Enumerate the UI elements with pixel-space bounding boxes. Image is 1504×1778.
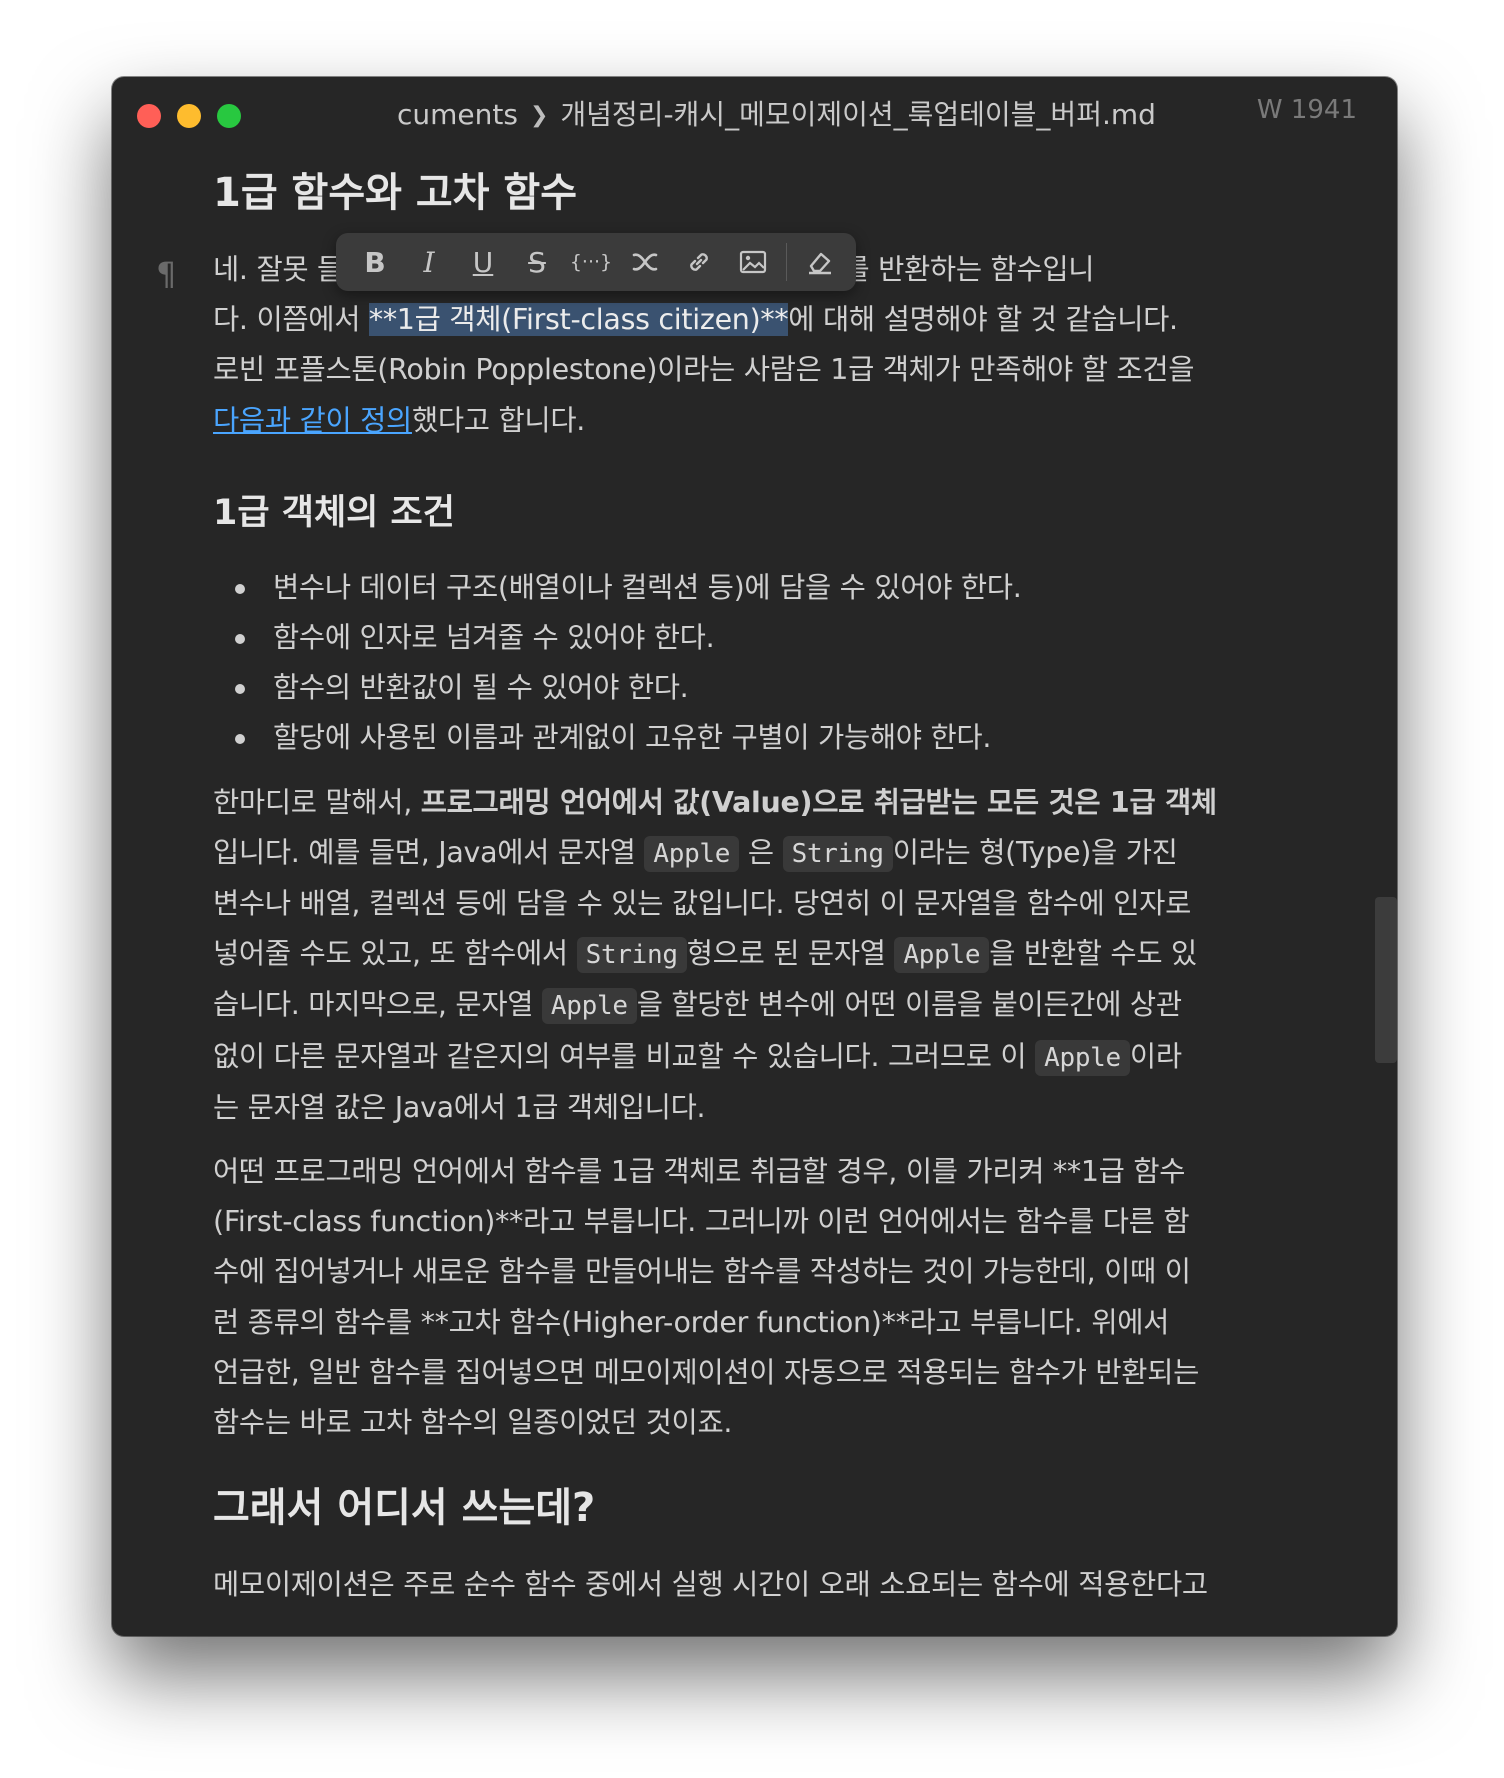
selected-text[interactable]: **1급 객체(First-class citizen)** (368, 303, 789, 337)
breadcrumb: cuments ❯ 개념정리-캐시_메모이제이션_룩업테이블_버퍼.md (397, 93, 1156, 133)
eraser-icon (809, 252, 831, 275)
inline-code: Apple (644, 835, 740, 872)
close-window-button[interactable] (137, 104, 161, 128)
text-run: 을 할당한 변수에 어떤 이름을 붙이든간에 상관 (636, 988, 1182, 1022)
formula-button[interactable] (618, 238, 672, 286)
heading-conditions: 1급 객체의 조건 (213, 492, 455, 533)
italic-button[interactable]: I (402, 238, 456, 286)
text-run: 이라 (1129, 1039, 1182, 1073)
code-icon: {···} (569, 251, 613, 273)
text-run: 한마디로 말해서, (213, 785, 421, 819)
text-run: 은 (739, 835, 783, 869)
bold-icon: B (364, 245, 386, 279)
breadcrumb-file[interactable]: 개념정리-캐시_메모이제이션_룩업테이블_버퍼.md (560, 98, 1156, 131)
list-item-text: 함수에 인자로 넘겨줄 수 있어야 한다. (273, 621, 715, 655)
definition-link[interactable]: 다음과 같이 정의 (213, 404, 412, 437)
bullet (235, 684, 245, 695)
format-toolbar: B I U S {···} (336, 233, 856, 291)
scrollbar-thumb[interactable] (1375, 897, 1397, 1063)
paragraph-memoization-usage: 메모이제이션은 주로 순수 함수 중에서 실행 시간이 오래 소요되는 함수에 … (213, 1568, 1208, 1602)
text-run: 했다고 합니다. (411, 403, 586, 437)
list-item: 할당에 사용된 이름과 관계없이 고유한 구별이 가능해야 한다. (213, 713, 1273, 763)
bold-button[interactable]: B (348, 238, 402, 286)
paragraph-higher-order: 어떤 프로그래밍 언어에서 함수를 1급 객체로 취급할 경우, 이를 가리켜 … (213, 1147, 1273, 1448)
text-line: 언급한, 일반 함수를 집어넣으면 메모이제이션이 자동으로 적용되는 함수가 … (213, 1355, 1200, 1389)
text-run: 습니다. 마지막으로, 문자열 (213, 988, 542, 1022)
minimize-window-button[interactable] (177, 104, 201, 128)
zoom-window-button[interactable] (217, 104, 241, 128)
text-line: (First-class function)**라고 부릅니다. 그러니까 이런… (213, 1205, 1190, 1239)
bold-text: 프로그래밍 언어에서 값(Value)으로 취급받는 모든 것은 1급 객체 (420, 785, 1217, 819)
list-item: 변수나 데이터 구조(배열이나 컬렉션 등)에 담을 수 있어야 한다. (213, 563, 1273, 613)
link-button[interactable] (672, 238, 726, 286)
text-line: 수에 집어넣거나 새로운 함수를 만들어내는 함수를 작성하는 것이 가능한데,… (213, 1255, 1191, 1289)
text-run: 로빈 포플스톤(Robin Popplestone)이라는 사람은 1급 객체가… (213, 353, 1195, 387)
text-run: 입니다. 예를 들면, Java에서 문자열 (213, 835, 645, 869)
conditions-list: 변수나 데이터 구조(배열이나 컬렉션 등)에 담을 수 있어야 한다. 함수에… (213, 563, 1273, 764)
strikethrough-icon: S (528, 245, 546, 279)
inline-code: String (576, 937, 687, 974)
text-line: 어떤 프로그래밍 언어에서 함수를 1급 객체로 취급할 경우, 이를 가리켜 … (213, 1155, 1186, 1189)
text-run: 을 반환할 수도 있 (989, 937, 1197, 971)
bullet (235, 734, 245, 745)
text-run: 변수나 배열, 컬렉션 등에 담을 수 있는 값입니다. 당연히 이 문자열을 … (213, 887, 1191, 921)
inline-code: Apple (541, 988, 637, 1025)
underline-icon: U (472, 245, 494, 279)
strikethrough-button[interactable]: S (510, 238, 564, 286)
list-item-text: 할당에 사용된 이름과 관계없이 고유한 구별이 가능해야 한다. (273, 721, 992, 755)
bullet (235, 634, 245, 645)
document-body[interactable]: 1급 함수와 고차 함수 네. 잘못 들 로운 함수를 반환하는 함수입니 다. 이… (213, 163, 1273, 1610)
underline-button[interactable]: U (456, 238, 510, 286)
text-run: 이라는 형(Type)을 가진 (892, 835, 1178, 869)
breadcrumb-folder[interactable]: cuments (397, 98, 518, 131)
text-run: 에 대해 설명해야 할 것 같습니다. (788, 303, 1178, 337)
text-line: 런 종류의 함수를 **고차 함수(Higher-order function)… (213, 1305, 1170, 1339)
text-run: 넣어줄 수도 있고, 또 함수에서 (213, 937, 577, 971)
list-item-text: 함수의 반환값이 될 수 있어야 한다. (273, 671, 689, 705)
image-icon (739, 250, 767, 274)
toolbar-divider (786, 243, 787, 281)
clear-format-button[interactable] (793, 238, 847, 286)
text-line: 함수는 바로 고차 함수의 일종이었던 것이죠. (213, 1406, 733, 1440)
inline-code: Apple (894, 937, 990, 974)
text-run: 형으로 된 문자열 (686, 937, 895, 971)
paragraph-mark-icon[interactable]: ¶ (156, 255, 176, 293)
italic-icon: I (423, 245, 435, 279)
text-run: 네. 잘못 들 (213, 253, 343, 286)
title-bar: cuments ❯ 개념정리-캐시_메모이제이션_룩업테이블_버퍼.md W 194… (112, 77, 1397, 141)
inline-code-button[interactable]: {···} (564, 238, 618, 286)
formula-icon (632, 253, 658, 271)
list-item: 함수의 반환값이 될 수 있어야 한다. (213, 663, 1273, 713)
text-run: 없이 다른 문자열과 같은지의 여부를 비교할 수 있습니다. 그러므로 이 (213, 1039, 1036, 1073)
link-icon (690, 253, 708, 271)
heading-where-used: 그래서 어디서 쓰는데? (213, 1485, 596, 1532)
text-run: 다. 이쯤에서 (213, 303, 369, 337)
bullet (235, 583, 245, 594)
heading-first-class-functions: 1급 함수와 고차 함수 (213, 170, 578, 216)
chevron-right-icon: ❯ (529, 103, 549, 128)
inline-code: Apple (1035, 1039, 1130, 1076)
paragraph-values: 한마디로 말해서, 프로그래밍 언어에서 값(Value)으로 취급받는 모든 … (213, 778, 1273, 1133)
text-run: 는 문자열 값은 Java에서 1급 객체입니다. (213, 1090, 706, 1124)
inline-code: String (782, 835, 893, 872)
editor-window: cuments ❯ 개념정리-캐시_메모이제이션_룩업테이블_버퍼.md W 194… (112, 77, 1397, 1636)
word-count[interactable]: W 1941 (1257, 95, 1357, 125)
image-button[interactable] (726, 238, 780, 286)
list-item: 함수에 인자로 넘겨줄 수 있어야 한다. (213, 613, 1273, 663)
list-item-text: 변수나 데이터 구조(배열이나 컬렉션 등)에 담을 수 있어야 한다. (273, 570, 1022, 604)
